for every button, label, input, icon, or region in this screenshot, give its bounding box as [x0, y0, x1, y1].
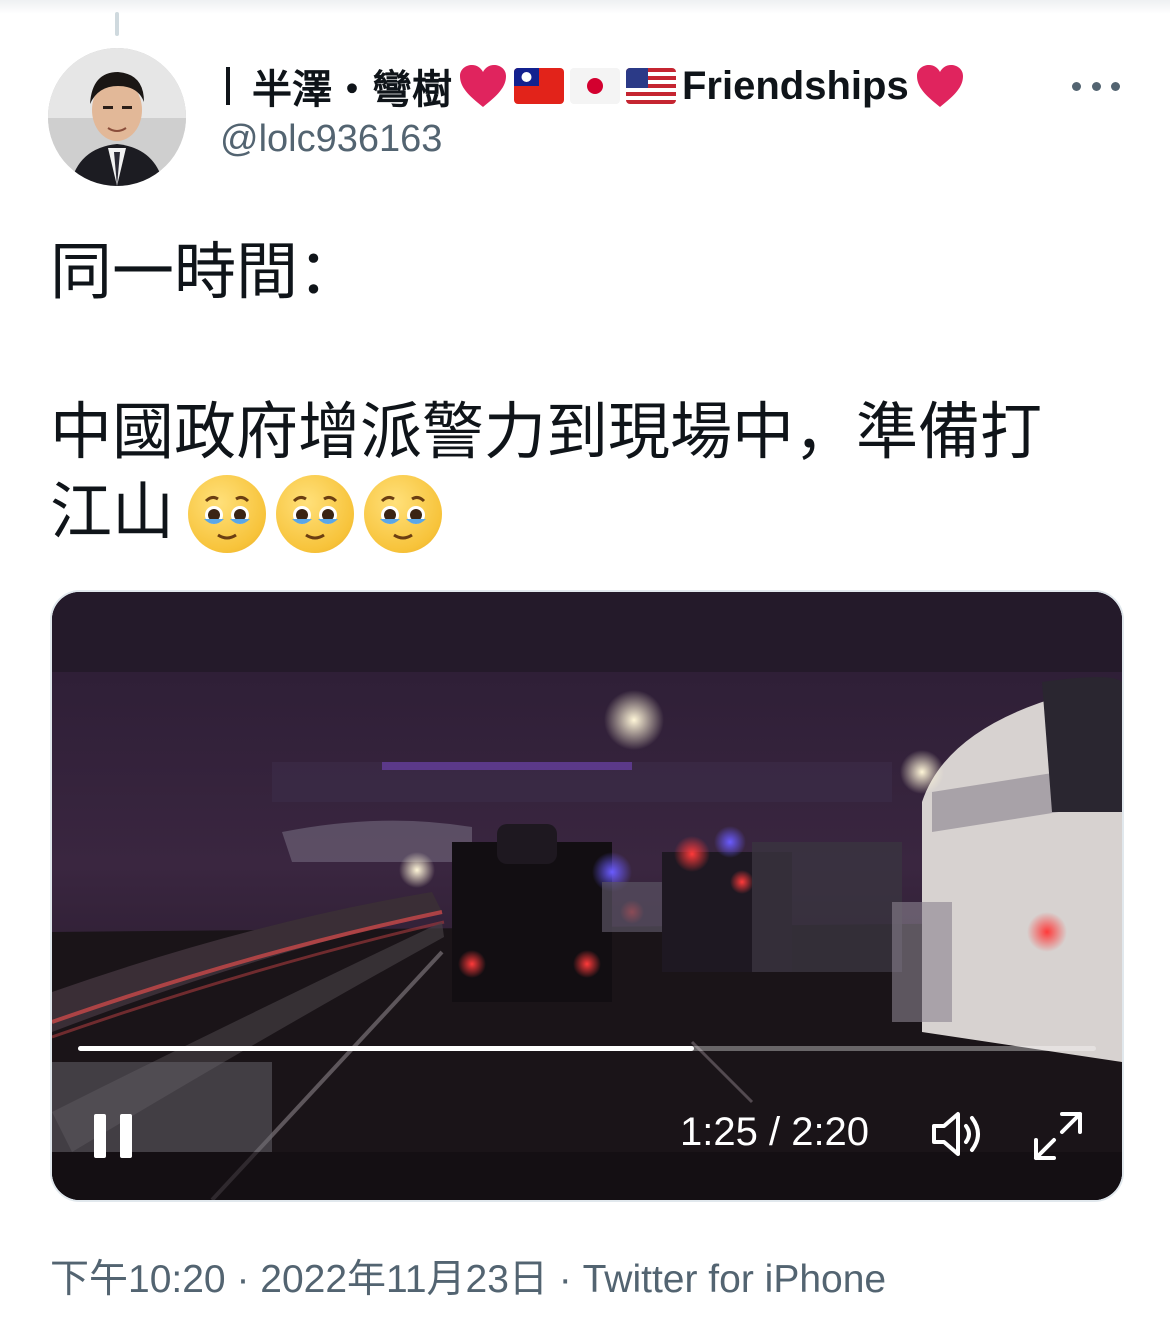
volume-icon[interactable] — [930, 1108, 986, 1160]
tweet-metadata: 下午10:20 · 2022年11月23日 · Twitter for iPho… — [50, 1248, 886, 1304]
tweet-time[interactable]: 下午10:20 — [50, 1258, 226, 1301]
display-name-suffix: Friendships — [682, 63, 909, 108]
fullscreen-icon[interactable] — [1032, 1110, 1084, 1162]
thread-connector-line — [115, 12, 119, 36]
previous-tweet-edge — [0, 0, 1170, 14]
emoji-group — [188, 475, 442, 553]
video-player[interactable]: 1:25 / 2:20 — [50, 590, 1124, 1202]
pause-icon[interactable] — [94, 1114, 138, 1160]
face-holding-back-tears-icon — [364, 475, 442, 553]
display-name[interactable]: 半澤・彎樹 Friendships — [226, 58, 965, 114]
tweet-date[interactable]: 2022年11月23日 — [260, 1258, 548, 1301]
tweet-source[interactable]: Twitter for iPhone — [583, 1258, 886, 1301]
avatar[interactable] — [48, 48, 186, 186]
video-time: 1:25 / 2:20 — [680, 1110, 870, 1154]
meta-separator: · — [558, 1258, 572, 1301]
video-progress-bar[interactable] — [78, 1046, 1096, 1051]
taiwan-flag-icon — [514, 68, 564, 104]
avatar-photo — [48, 48, 186, 186]
more-options-icon[interactable] — [1072, 72, 1120, 100]
display-name-prefix: 半澤・彎樹 — [252, 68, 452, 112]
user-handle[interactable]: @lolc936163 — [220, 118, 442, 161]
face-holding-back-tears-icon — [188, 475, 266, 553]
meta-separator: · — [236, 1258, 250, 1301]
heart-icon-end — [916, 65, 963, 107]
video-progress-fill — [78, 1046, 694, 1051]
us-flag-icon — [626, 68, 676, 104]
heart-icon — [460, 65, 506, 107]
name-bar-glyph — [226, 67, 230, 105]
face-holding-back-tears-icon — [276, 475, 354, 553]
japan-flag-icon — [570, 68, 620, 104]
